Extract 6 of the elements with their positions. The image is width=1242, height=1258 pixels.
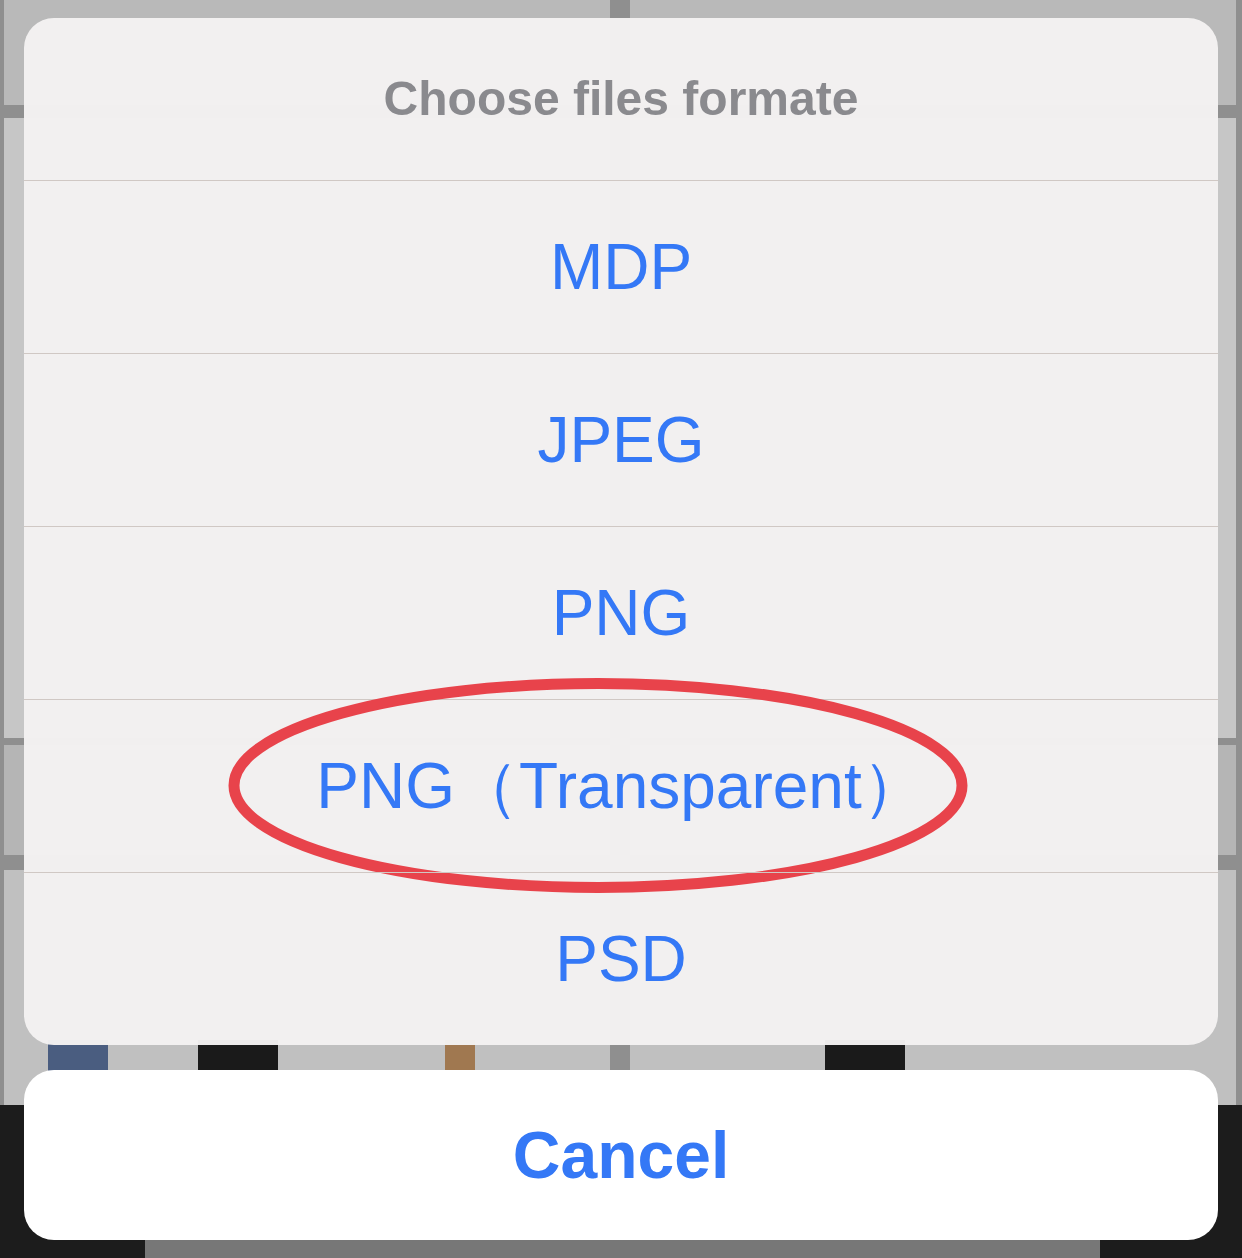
format-option[interactable]: MDP [539, 230, 703, 304]
format-option[interactable]: PSD [545, 922, 697, 996]
format-option[interactable]: JPEG [527, 403, 715, 477]
cancel-button[interactable]: Cancel [24, 1070, 1218, 1240]
format-option[interactable]: PNG [541, 576, 701, 650]
sheet-title: Choose files formate [382, 70, 860, 127]
